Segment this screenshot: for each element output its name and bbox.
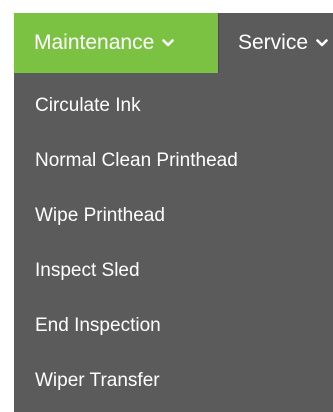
tab-service-label: Service [238,31,309,54]
menu-item-end-inspection[interactable]: End Inspection [14,298,333,353]
menu-item-inspect-sled[interactable]: Inspect Sled [14,243,333,298]
menu-item-normal-clean-printhead[interactable]: Normal Clean Printhead [14,133,333,188]
menu-item-wiper-transfer[interactable]: Wiper Transfer [14,353,333,408]
menu-item-circulate-ink[interactable]: Circulate Ink [14,78,333,133]
menu-item-wipe-printhead[interactable]: Wipe Printhead [14,188,333,243]
chevron-down-icon [316,38,328,48]
chevron-down-icon [162,38,175,48]
tab-service[interactable]: Service [219,13,333,73]
tab-maintenance-label: Maintenance [34,31,155,54]
maintenance-dropdown-menu: Circulate Ink Normal Clean Printhead Wip… [14,78,333,408]
menu-frame: Maintenance Service Circulate Ink Normal… [14,13,333,412]
top-nav-bar: Maintenance Service [14,13,333,73]
tab-maintenance[interactable]: Maintenance [14,13,218,73]
